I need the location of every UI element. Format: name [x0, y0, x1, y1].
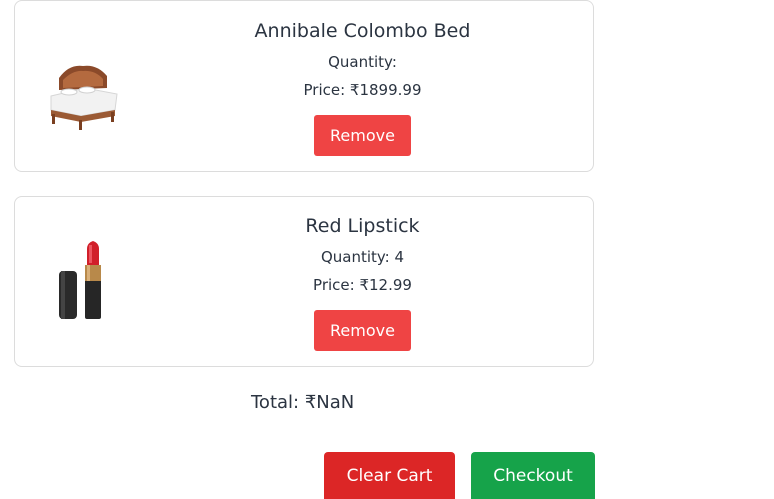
- checkout-button[interactable]: Checkout: [471, 452, 595, 499]
- cart-total: Total: ₹NaN: [251, 392, 355, 413]
- item-info: Red Lipstick Quantity: 4 Price: ₹12.99 R…: [210, 213, 515, 351]
- item-title: Red Lipstick: [305, 215, 420, 237]
- item-quantity: Quantity: 4: [320, 248, 405, 266]
- item-quantity: Quantity:: [328, 53, 397, 71]
- lipstick-image: [59, 241, 101, 319]
- cart-item: Red Lipstick Quantity: 4 Price: ₹12.99 R…: [14, 196, 594, 367]
- clear-cart-button[interactable]: Clear Cart: [324, 452, 455, 499]
- remove-button[interactable]: Remove: [314, 115, 411, 156]
- cart-item: Annibale Colombo Bed Quantity: Price: ₹1…: [14, 0, 594, 172]
- bed-image: [50, 65, 118, 130]
- item-price: Price: ₹1899.99: [303, 81, 422, 99]
- item-info: Annibale Colombo Bed Quantity: Price: ₹1…: [210, 18, 515, 156]
- remove-button[interactable]: Remove: [314, 310, 411, 351]
- item-title: Annibale Colombo Bed: [254, 20, 471, 42]
- item-price: Price: ₹12.99: [313, 276, 412, 294]
